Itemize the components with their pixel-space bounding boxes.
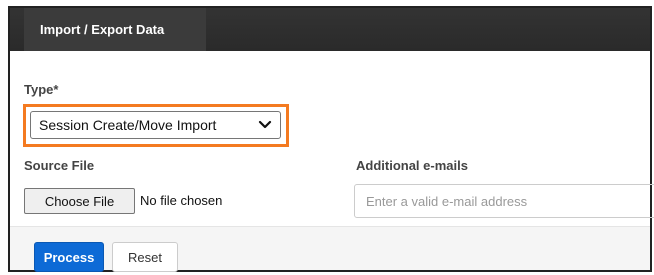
form-footer (10, 226, 650, 270)
type-select[interactable]: Session Create/Move Import (30, 111, 281, 139)
source-file-label: Source File (24, 158, 95, 173)
panel-header: Import / Export Data (10, 8, 650, 51)
type-select-value: Session Create/Move Import (39, 117, 217, 133)
choose-file-button[interactable]: Choose File (24, 188, 135, 214)
type-label: Type* (24, 82, 58, 97)
required-marker: * (53, 82, 59, 97)
additional-emails-input[interactable]: Enter a valid e-mail address (354, 184, 654, 218)
tab-import-export[interactable]: Import / Export Data (24, 8, 206, 51)
additional-emails-label: Additional e-mails (356, 158, 468, 173)
import-export-panel: Import / Export Data Type* Session Creat… (8, 6, 654, 272)
type-label-text: Type (24, 82, 54, 97)
chevron-down-icon (258, 120, 272, 129)
reset-button[interactable]: Reset (112, 242, 178, 272)
process-button[interactable]: Process (34, 242, 104, 272)
tab-label: Import / Export Data (40, 22, 165, 37)
file-status-text: No file chosen (140, 193, 223, 208)
